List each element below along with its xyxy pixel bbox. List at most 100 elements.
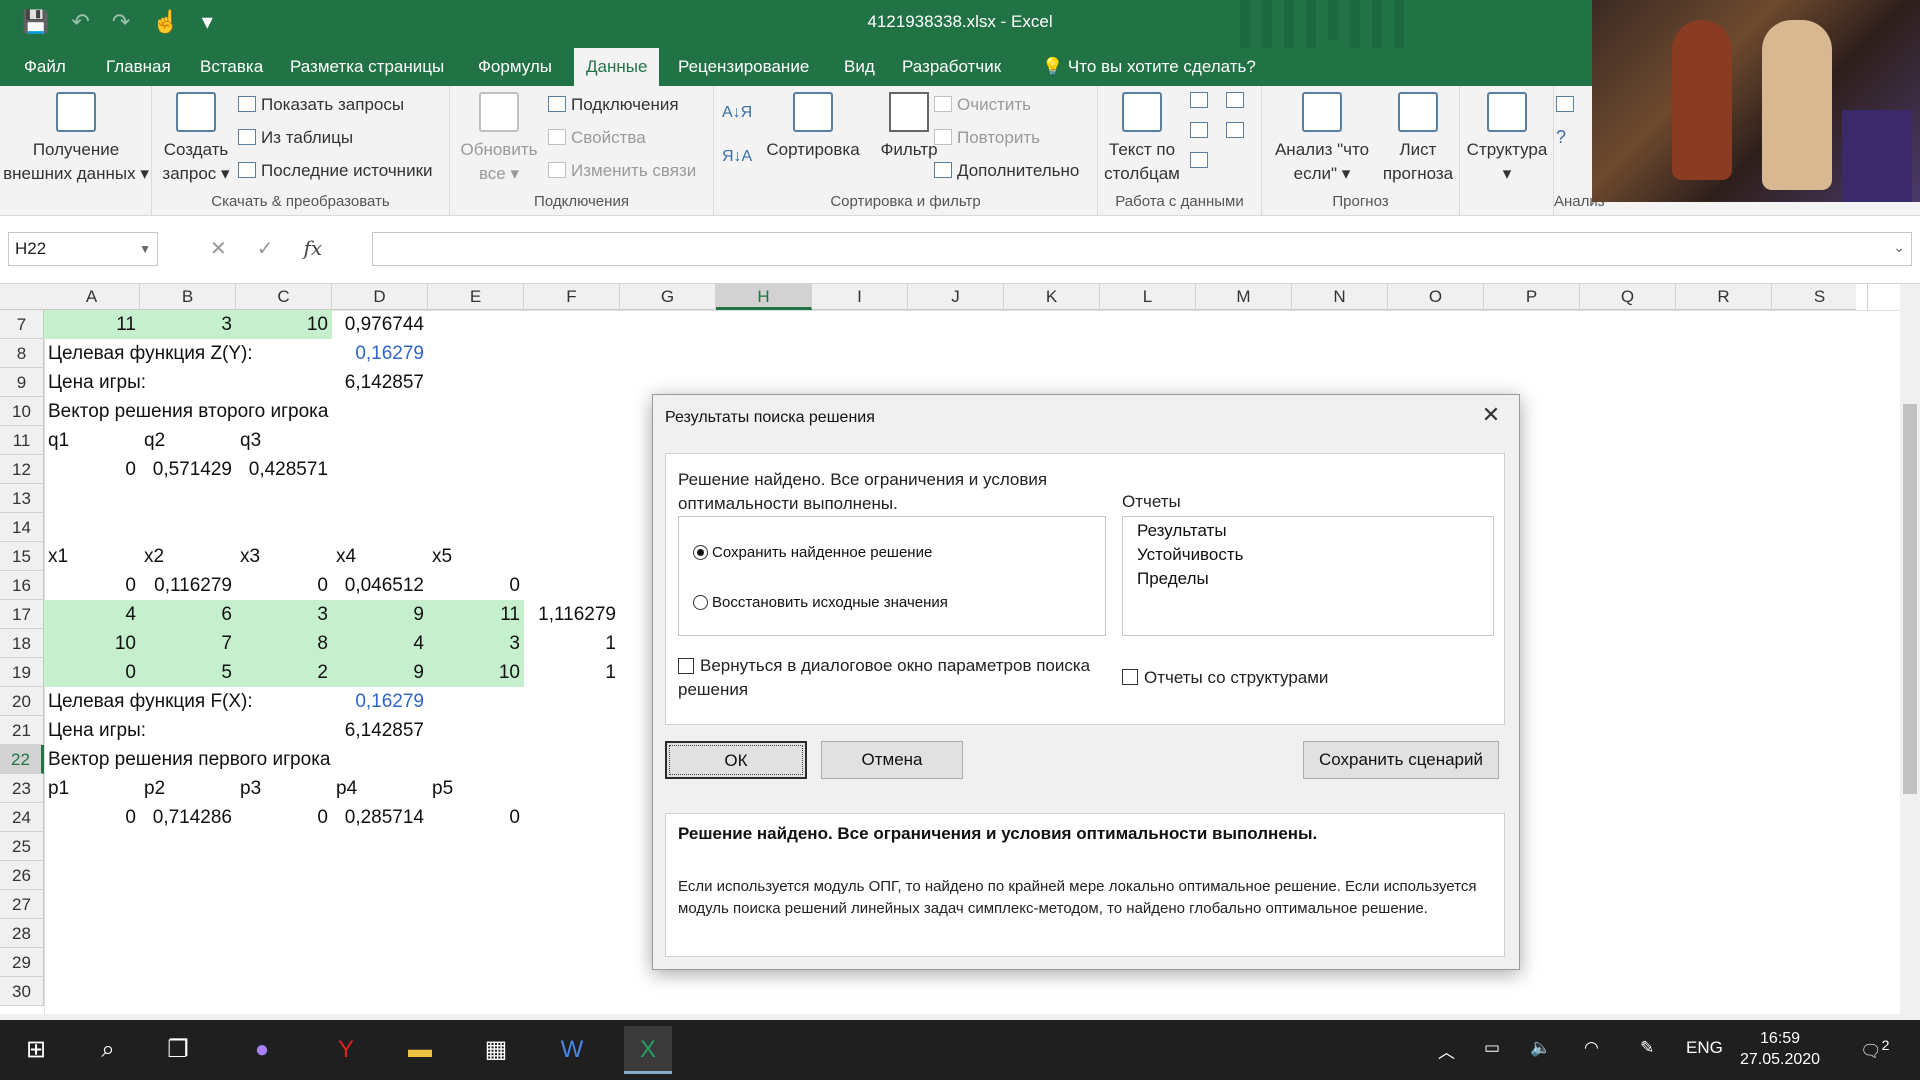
column-header-b[interactable]: B — [140, 284, 236, 310]
cell-a19[interactable]: 0 — [44, 658, 140, 687]
advanced-filter-button[interactable]: Дополнительно — [934, 160, 1079, 182]
chevron-down-icon[interactable]: ▼ — [139, 233, 151, 265]
tray-chevron-icon[interactable]: ︿ — [1438, 1038, 1455, 1063]
vertical-scrollbar[interactable] — [1900, 284, 1920, 1014]
column-header-j[interactable]: J — [908, 284, 1004, 310]
cell-f18[interactable]: 1 — [524, 629, 620, 658]
row-header-29[interactable]: 29 — [0, 948, 44, 977]
row-header-10[interactable]: 10 — [0, 397, 44, 426]
report-item-results[interactable]: Результаты — [1123, 519, 1493, 543]
cell-e16[interactable]: 0 — [428, 571, 524, 600]
tab-home[interactable]: Главная — [94, 48, 183, 86]
cell-a21[interactable]: Цена игры: — [44, 716, 150, 745]
refresh-all-button[interactable]: Обновить все ▾ — [454, 92, 544, 186]
tab-data[interactable]: Данные — [574, 48, 660, 86]
what-if-button[interactable]: Анализ "что если" ▾ — [1264, 92, 1380, 186]
column-header-k[interactable]: K — [1004, 284, 1100, 310]
tab-review[interactable]: Рецензирование — [666, 48, 821, 86]
wifi-icon[interactable]: ◠ — [1584, 1038, 1599, 1058]
alice-assistant-icon[interactable]: ● — [238, 1026, 286, 1074]
cell-b24[interactable]: 0,714286 — [140, 803, 236, 832]
cell-a11[interactable]: q1 — [44, 426, 73, 455]
create-query-button[interactable]: Создать запрос ▾ — [158, 92, 234, 186]
column-header-n[interactable]: N — [1292, 284, 1388, 310]
show-queries-button[interactable]: Показать запросы — [238, 94, 404, 116]
row-header-16[interactable]: 16 — [0, 571, 44, 600]
cell-a20[interactable]: Целевая функция F(X): — [44, 687, 257, 716]
remove-duplicates-button[interactable] — [1190, 120, 1213, 142]
calculator-icon[interactable]: ▦ — [472, 1026, 520, 1074]
relationships-button[interactable] — [1226, 120, 1249, 142]
cell-e23[interactable]: p5 — [428, 774, 457, 803]
row-header-24[interactable]: 24 — [0, 803, 44, 832]
row-header-15[interactable]: 15 — [0, 542, 44, 571]
cell-d8[interactable]: 0,16279 — [332, 339, 428, 368]
formula-input[interactable]: ⌄ — [372, 232, 1912, 266]
notifications-icon[interactable]: 🗨2 — [1860, 1038, 1889, 1062]
cell-a8[interactable]: Целевая функция Z(Y): — [44, 339, 257, 368]
tab-page-layout[interactable]: Разметка страницы — [278, 48, 456, 86]
cancel-entry-icon[interactable]: ✕ — [210, 236, 227, 261]
cell-f19[interactable]: 1 — [524, 658, 620, 687]
column-header-o[interactable]: O — [1388, 284, 1484, 310]
cell-d7[interactable]: 0,976744 — [332, 310, 428, 339]
reapply-button[interactable]: Повторить — [934, 127, 1040, 149]
cell-c24[interactable]: 0 — [236, 803, 332, 832]
cell-d18[interactable]: 4 — [332, 629, 428, 658]
cell-a15[interactable]: x1 — [44, 542, 72, 571]
cell-c15[interactable]: x3 — [236, 542, 264, 571]
cell-e18[interactable]: 3 — [428, 629, 524, 658]
cell-c11[interactable]: q3 — [236, 426, 265, 455]
row-header-14[interactable]: 14 — [0, 513, 44, 542]
cell-a24[interactable]: 0 — [44, 803, 140, 832]
cell-c7[interactable]: 10 — [236, 310, 332, 339]
pen-icon[interactable]: ✎ — [1640, 1038, 1654, 1058]
cell-d9[interactable]: 6,142857 — [332, 368, 428, 397]
cell-d15[interactable]: x4 — [332, 542, 360, 571]
cell-b15[interactable]: x2 — [140, 542, 168, 571]
tab-insert[interactable]: Вставка — [188, 48, 275, 86]
language-indicator[interactable]: ENG — [1686, 1038, 1723, 1058]
properties-button[interactable]: Свойства — [548, 127, 646, 149]
column-header-r[interactable]: R — [1676, 284, 1772, 310]
column-header-g[interactable]: G — [620, 284, 716, 310]
row-header-22[interactable]: 22 — [0, 745, 44, 774]
save-scenario-button[interactable]: Сохранить сценарий — [1303, 741, 1499, 779]
restore-values-radio[interactable]: Восстановить исходные значения — [693, 593, 948, 613]
column-header-a[interactable]: A — [44, 284, 140, 310]
column-header-s[interactable]: S — [1772, 284, 1868, 310]
cell-c23[interactable]: p3 — [236, 774, 265, 803]
name-box[interactable]: H22 ▼ — [8, 232, 158, 266]
cell-a18[interactable]: 10 — [44, 629, 140, 658]
row-header-26[interactable]: 26 — [0, 861, 44, 890]
cell-b12[interactable]: 0,571429 — [140, 455, 236, 484]
column-header-e[interactable]: E — [428, 284, 524, 310]
connections-button[interactable]: Подключения — [548, 94, 679, 116]
windows-start-icon[interactable]: ⊞ — [12, 1026, 60, 1074]
cell-e19[interactable]: 10 — [428, 658, 524, 687]
cell-c17[interactable]: 3 — [236, 600, 332, 629]
tab-formulas[interactable]: Формулы — [466, 48, 564, 86]
cell-d16[interactable]: 0,046512 — [332, 571, 428, 600]
ok-button[interactable]: ОК — [665, 741, 807, 779]
report-item-limits[interactable]: Пределы — [1123, 567, 1493, 591]
row-header-13[interactable]: 13 — [0, 484, 44, 513]
cell-c16[interactable]: 0 — [236, 571, 332, 600]
cell-b19[interactable]: 5 — [140, 658, 236, 687]
cell-b11[interactable]: q2 — [140, 426, 169, 455]
cell-b7[interactable]: 3 — [140, 310, 236, 339]
cell-d19[interactable]: 9 — [332, 658, 428, 687]
clock[interactable]: 16:59 27.05.2020 — [1740, 1028, 1820, 1070]
row-header-27[interactable]: 27 — [0, 890, 44, 919]
cell-a12[interactable]: 0 — [44, 455, 140, 484]
word-icon[interactable]: W — [548, 1026, 596, 1074]
row-header-11[interactable]: 11 — [0, 426, 44, 455]
cell-c18[interactable]: 8 — [236, 629, 332, 658]
cancel-button[interactable]: Отмена — [821, 741, 963, 779]
cell-f17[interactable]: 1,116279 — [524, 600, 620, 629]
scroll-thumb[interactable] — [1903, 404, 1917, 794]
row-header-28[interactable]: 28 — [0, 919, 44, 948]
sort-button[interactable]: Сортировка — [758, 92, 868, 162]
row-header-18[interactable]: 18 — [0, 629, 44, 658]
cell-e17[interactable]: 11 — [428, 600, 524, 629]
